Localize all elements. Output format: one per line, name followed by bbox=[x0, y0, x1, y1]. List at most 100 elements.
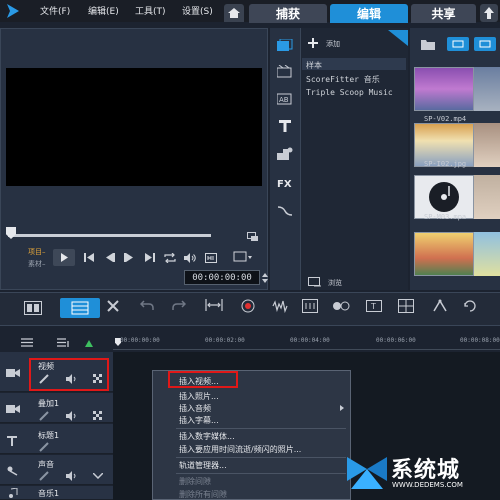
expand-icon[interactable] bbox=[92, 471, 104, 481]
auto-music-icon[interactable] bbox=[302, 299, 318, 313]
go-to-start-icon[interactable] bbox=[82, 251, 96, 264]
menu-file[interactable]: 文件(F) bbox=[40, 4, 70, 17]
audio-toggle-icon[interactable] bbox=[66, 471, 78, 481]
next-frame-icon[interactable] bbox=[122, 251, 136, 264]
preview-screen[interactable] bbox=[6, 68, 262, 186]
thumbnail-label: SP-I02.jpg bbox=[424, 160, 467, 168]
overlay-track-icon bbox=[6, 404, 20, 414]
menu-separator bbox=[176, 457, 346, 458]
highlight-insert-video bbox=[168, 371, 238, 388]
track-name: 叠加1 bbox=[38, 399, 60, 408]
watermark-name: 系统城 bbox=[391, 458, 461, 483]
title-track-icon bbox=[6, 436, 20, 446]
go-to-end-icon[interactable] bbox=[143, 251, 157, 264]
menu-item-insert-audio[interactable]: 插入音频 bbox=[179, 403, 211, 414]
menu-item-delete-gap: 删除间隙 bbox=[179, 477, 211, 486]
menu-item-insert-subtitle[interactable]: 插入字幕... bbox=[179, 415, 219, 426]
aspect-ratio-dropdown[interactable] bbox=[232, 250, 256, 264]
add-folder-label[interactable]: 添加 bbox=[326, 39, 340, 49]
track-name: 音乐1 bbox=[38, 489, 60, 498]
media-category-icon[interactable] bbox=[276, 38, 294, 54]
refresh-icon[interactable] bbox=[462, 299, 478, 313]
ruler-label: 00:00:08:00 bbox=[460, 337, 500, 344]
ruler-label: 00:00:04:00 bbox=[290, 337, 330, 344]
menu-settings[interactable]: 设置(S) bbox=[182, 4, 213, 17]
upload-button[interactable] bbox=[480, 4, 498, 22]
fx-filter-icon[interactable]: FX bbox=[276, 175, 294, 191]
browse-label[interactable]: 浏览 bbox=[328, 278, 342, 288]
menu-item-insert-digital-media[interactable]: 插入数字媒体... bbox=[179, 431, 235, 442]
thumbnail-partial[interactable] bbox=[474, 175, 500, 219]
app-logo-icon bbox=[6, 2, 20, 20]
highlight-video-track bbox=[29, 358, 109, 391]
volume-icon[interactable] bbox=[183, 251, 197, 264]
chapter-marker-icon[interactable] bbox=[82, 338, 96, 348]
library-item[interactable]: Triple Scoop Music bbox=[306, 88, 393, 97]
path-icon[interactable] bbox=[276, 203, 294, 219]
repeat-icon[interactable] bbox=[163, 251, 177, 264]
track-name: 标题1 bbox=[38, 431, 60, 440]
aspect-ratio-icon bbox=[233, 251, 252, 262]
time-remapping-icon[interactable] bbox=[432, 299, 448, 313]
graphics-icon[interactable] bbox=[276, 146, 294, 162]
track-transparency-icon[interactable] bbox=[92, 411, 104, 421]
project-mode-label[interactable]: 项目– bbox=[28, 247, 46, 257]
scrubber-track[interactable] bbox=[8, 234, 211, 237]
timecode-display[interactable]: 00:00:00:00 bbox=[184, 270, 260, 285]
tools-icon[interactable] bbox=[106, 299, 120, 313]
title-icon[interactable] bbox=[276, 118, 294, 134]
fit-project-icon[interactable] bbox=[205, 299, 223, 311]
thumbnail-partial[interactable] bbox=[474, 67, 500, 111]
show-photo-button[interactable] bbox=[474, 37, 496, 51]
storyboard-view-icon[interactable] bbox=[22, 299, 44, 317]
library-item[interactable]: 样本 bbox=[306, 60, 322, 71]
svg-text:T: T bbox=[370, 302, 376, 311]
folder-icon[interactable] bbox=[420, 37, 436, 51]
menu-item-track-manager[interactable]: 轨道管理器... bbox=[179, 460, 227, 471]
subtitle-editor-icon[interactable]: T bbox=[366, 299, 382, 313]
watermark-url: WWW.DEDEMS.COM bbox=[392, 481, 463, 489]
motion-tracking-icon[interactable] bbox=[332, 299, 350, 313]
record-capture-icon[interactable] bbox=[241, 299, 257, 313]
watermark-logo-icon bbox=[347, 457, 387, 489]
tab-edit[interactable]: 编辑 bbox=[330, 4, 408, 23]
previous-frame-icon[interactable] bbox=[103, 251, 117, 264]
menu-item-insert-photo[interactable]: 插入照片... bbox=[179, 391, 219, 402]
transition-icon[interactable]: AB bbox=[276, 91, 294, 107]
browse-icon[interactable] bbox=[306, 276, 324, 288]
multi-camera-icon[interactable] bbox=[398, 299, 414, 313]
all-tracks-icon[interactable] bbox=[20, 337, 34, 347]
fit-screen-icon[interactable] bbox=[246, 231, 260, 243]
hd-preview-icon[interactable] bbox=[204, 251, 218, 264]
link-icon[interactable] bbox=[38, 471, 50, 481]
audio-toggle-icon[interactable] bbox=[66, 411, 78, 421]
menu-edit[interactable]: 编辑(E) bbox=[88, 4, 119, 17]
ruler-label: 00:00:02:00 bbox=[205, 337, 245, 344]
clip-mode-label[interactable]: 素材– bbox=[28, 259, 46, 269]
arrow-up-icon bbox=[484, 7, 494, 19]
thumbnail-label: SP-V02.mp4 bbox=[424, 115, 467, 123]
link-icon[interactable] bbox=[38, 411, 50, 421]
thumbnail-partial[interactable] bbox=[474, 232, 500, 276]
link-icon[interactable] bbox=[38, 442, 50, 452]
timecode-stepper[interactable] bbox=[262, 271, 268, 284]
menu-tools[interactable]: 工具(T) bbox=[135, 4, 166, 17]
music-disc-icon bbox=[429, 182, 459, 212]
tab-share[interactable]: 共享 bbox=[411, 4, 476, 23]
tab-capture[interactable]: 捕获 bbox=[249, 4, 327, 23]
undo-icon[interactable] bbox=[140, 299, 154, 311]
sound-mixer-icon[interactable] bbox=[272, 299, 288, 313]
play-button[interactable] bbox=[53, 249, 75, 266]
redo-icon[interactable] bbox=[172, 299, 186, 311]
add-icon[interactable] bbox=[306, 36, 320, 50]
menu-item-insert-time-lapse[interactable]: 插入要应用时间流逝/频闪的照片... bbox=[179, 444, 301, 455]
library-item[interactable]: ScoreFitter 音乐 bbox=[306, 74, 380, 85]
thumbnail-video[interactable] bbox=[414, 67, 474, 111]
show-video-button[interactable] bbox=[447, 37, 469, 51]
home-button[interactable] bbox=[224, 4, 244, 22]
thumbnail-partial[interactable] bbox=[474, 123, 500, 167]
instant-project-icon[interactable] bbox=[276, 64, 294, 80]
thumbnail-cartoon[interactable] bbox=[414, 232, 474, 276]
track-manager-icon[interactable] bbox=[56, 337, 70, 347]
timeline-view-button[interactable] bbox=[60, 298, 100, 318]
